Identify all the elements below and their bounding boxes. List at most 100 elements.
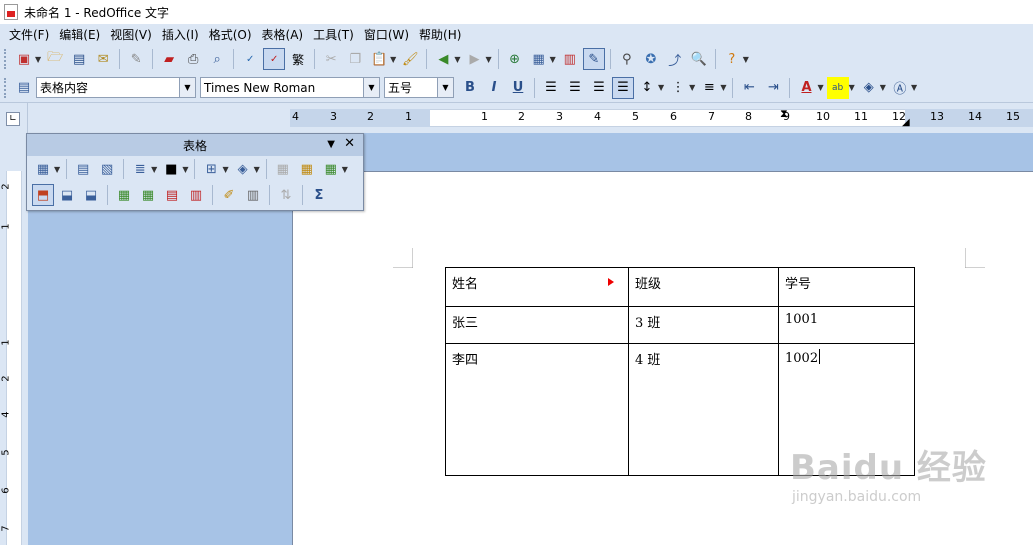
gallery-icon[interactable]: ⤴	[664, 48, 686, 70]
italic-icon[interactable]: I	[483, 77, 505, 99]
select-column-icon[interactable]: ▥	[242, 184, 264, 206]
toolbar-more-icon[interactable]: ▼	[911, 83, 917, 92]
sum-icon[interactable]: Σ	[308, 184, 330, 206]
character-format-icon[interactable]: Ⓐ	[889, 77, 911, 99]
show-draw-functions-icon[interactable]: ✎	[582, 48, 605, 70]
cut-icon[interactable]: ✂	[320, 48, 342, 70]
save-icon[interactable]: ▤	[68, 48, 90, 70]
table-cell[interactable]: 李四	[445, 343, 629, 476]
underline-icon[interactable]: U	[507, 77, 529, 99]
align-bottom-icon[interactable]: ⬓	[80, 184, 102, 206]
align-right-icon[interactable]: ☰	[588, 77, 610, 99]
chevron-down-icon[interactable]: ▼	[179, 78, 195, 97]
table-toolbar-header[interactable]: 表格 ▼ ✕	[27, 134, 363, 156]
optimize-dropdown-icon[interactable]: ▼	[342, 165, 348, 174]
split-cells-icon[interactable]: ▦	[296, 158, 318, 180]
redo-dropdown-icon[interactable]: ▼	[485, 55, 491, 64]
copy-icon[interactable]: ❐	[344, 48, 366, 70]
borders-icon[interactable]: ⊞	[200, 158, 222, 180]
horizontal-ruler[interactable]: 4 3 2 1 1 2 3 4 5 6 7 8 9 10 11 12 13 14…	[28, 103, 1033, 133]
close-icon[interactable]: ✕	[344, 136, 355, 151]
table-cell[interactable]: 班级	[628, 267, 779, 307]
menu-help[interactable]: 帮助(H)	[414, 26, 466, 43]
indent-marker-icon[interactable]: ⧗	[780, 107, 788, 121]
table-cell[interactable]: 1001	[778, 306, 915, 344]
menu-format[interactable]: 格式(O)	[204, 26, 257, 43]
hyperlink-icon[interactable]: ⊕	[504, 48, 526, 70]
bullets-dropdown-icon[interactable]: ▼	[720, 83, 726, 92]
font-color-dropdown-icon[interactable]: ▼	[817, 83, 823, 92]
toolbar-more-icon[interactable]: ▼	[743, 55, 749, 64]
cell-background-dropdown-icon[interactable]: ▼	[254, 165, 260, 174]
table-cell[interactable]: 张三	[445, 306, 629, 344]
border-color-dropdown-icon[interactable]: ▼	[182, 165, 188, 174]
table-properties-icon[interactable]: ▤	[72, 158, 94, 180]
delete-column-icon[interactable]: ▥	[185, 184, 207, 206]
simplified-traditional-icon[interactable]: 繁	[287, 48, 309, 70]
align-middle-icon[interactable]: ⬓	[56, 184, 78, 206]
menu-window[interactable]: 窗口(W)	[359, 26, 414, 43]
toolbar-grip[interactable]	[4, 49, 8, 69]
export-pdf-icon[interactable]: ▰	[158, 48, 180, 70]
bullets-icon[interactable]: ≡	[698, 77, 720, 99]
line-style-icon[interactable]: ≣	[129, 158, 151, 180]
insert-chart-icon[interactable]: ▥	[559, 48, 581, 70]
table-grid-icon[interactable]: ▦	[32, 158, 54, 180]
highlight-icon[interactable]: ab	[826, 76, 849, 99]
email-icon[interactable]: ✉	[92, 48, 114, 70]
insert-table-icon[interactable]: ▦	[528, 48, 550, 70]
vertical-ruler[interactable]: 2 1 1 2 3 4 5 6 7	[0, 133, 28, 545]
select-table-icon[interactable]: ✐	[218, 184, 240, 206]
numbering-icon[interactable]: ⋮	[667, 77, 689, 99]
help-icon[interactable]: ?	[721, 48, 743, 70]
menu-file[interactable]: 文件(F)	[4, 26, 54, 43]
highlight-dropdown-icon[interactable]: ▼	[849, 83, 855, 92]
new-document-icon[interactable]: ▣	[13, 48, 35, 70]
increase-indent-icon[interactable]: ⇥	[762, 77, 784, 99]
insert-row-icon[interactable]: ▦	[113, 184, 135, 206]
paragraph-style-combo[interactable]: 表格内容 ▼	[36, 77, 196, 98]
table-dropdown-icon[interactable]: ▼	[550, 55, 556, 64]
number-format-icon[interactable]: ⇅	[275, 184, 297, 206]
find-replace-icon[interactable]: ⚲	[616, 48, 638, 70]
borders-dropdown-icon[interactable]: ▼	[222, 165, 228, 174]
redo-icon[interactable]: ▶	[463, 48, 485, 70]
insert-column-icon[interactable]: ▦	[137, 184, 159, 206]
align-left-icon[interactable]: ☰	[540, 77, 562, 99]
table-cell[interactable]: 学号	[778, 267, 915, 307]
menu-edit[interactable]: 编辑(E)	[54, 26, 105, 43]
new-dropdown-icon[interactable]: ▼	[35, 55, 41, 64]
format-paintbrush-icon[interactable]: 🖌	[399, 48, 421, 70]
edit-file-icon[interactable]: ✎	[125, 48, 147, 70]
font-name-combo[interactable]: Times New Roman ▼	[200, 77, 380, 98]
paste-icon[interactable]: 📋	[368, 48, 390, 70]
toolbar-grip[interactable]	[4, 77, 8, 98]
border-color-icon[interactable]: ■	[160, 158, 182, 180]
open-folder-icon[interactable]: 🗁	[44, 48, 66, 70]
undo-dropdown-icon[interactable]: ▼	[454, 55, 460, 64]
menu-table[interactable]: 表格(A)	[257, 26, 309, 43]
styles-formatting-icon[interactable]: ▤	[13, 77, 35, 99]
print-icon[interactable]: ⎙	[182, 48, 204, 70]
cell-background-icon[interactable]: ◈	[232, 158, 254, 180]
auto-spellcheck-icon[interactable]: ✓	[263, 48, 286, 70]
line-spacing-icon[interactable]: ↕	[636, 77, 658, 99]
align-top-icon[interactable]: ⬒	[32, 184, 54, 206]
print-preview-icon[interactable]: ⌕	[206, 48, 228, 70]
line-spacing-dropdown-icon[interactable]: ▼	[658, 83, 664, 92]
table-floating-toolbar[interactable]: 表格 ▼ ✕ ▦ ▼ ▤ ▧ ≣ ▼ ■ ▼ ⊞ ▼ ◈ ▼ ▦ ▦ ▦ ▼ ⬒ ⬓ ⬓ ▦…	[26, 133, 364, 211]
align-center-icon[interactable]: ☰	[564, 77, 586, 99]
paste-dropdown-icon[interactable]: ▼	[390, 55, 396, 64]
table-autoformat-icon[interactable]: ▧	[96, 158, 118, 180]
spellcheck-icon[interactable]: ✓	[239, 48, 261, 70]
line-style-dropdown-icon[interactable]: ▼	[151, 165, 157, 174]
table-grid-dropdown-icon[interactable]: ▼	[54, 165, 60, 174]
menu-view[interactable]: 视图(V)	[105, 26, 157, 43]
font-color-icon[interactable]: A	[795, 77, 817, 99]
numbering-dropdown-icon[interactable]: ▼	[689, 83, 695, 92]
undo-icon[interactable]: ◀	[432, 48, 454, 70]
merge-cells-icon[interactable]: ▦	[272, 158, 294, 180]
optimize-icon[interactable]: ▦	[320, 158, 342, 180]
delete-row-icon[interactable]: ▤	[161, 184, 183, 206]
navigator-icon[interactable]: ✪	[640, 48, 662, 70]
